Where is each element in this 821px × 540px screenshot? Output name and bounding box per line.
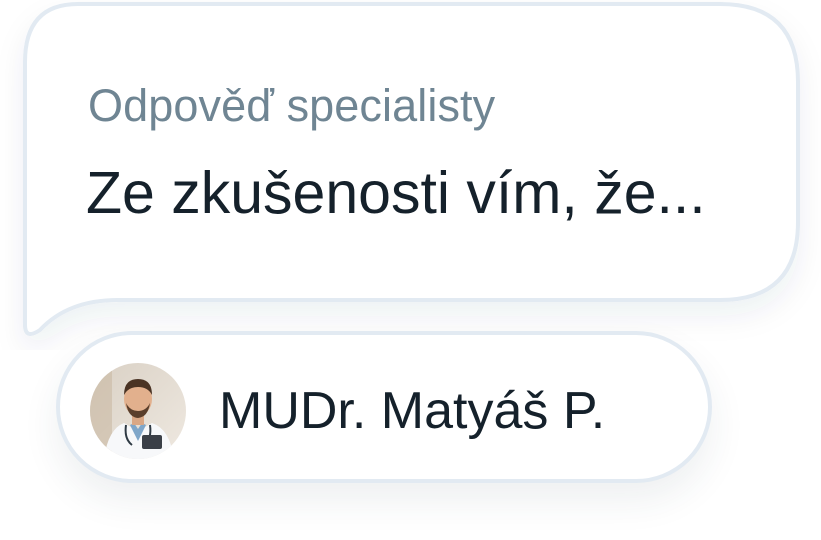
author-chip[interactable]: MUDr. Matyáš P. xyxy=(56,331,712,483)
answer-label: Odpověď specialisty xyxy=(88,80,496,131)
author-name: MUDr. Matyáš P. xyxy=(219,382,606,440)
specialist-answer-card: Odpověď specialisty Ze zkušenosti vím, ž… xyxy=(0,0,821,540)
doctor-avatar xyxy=(90,363,186,459)
answer-text: Ze zkušenosti vím, že... xyxy=(86,160,706,226)
